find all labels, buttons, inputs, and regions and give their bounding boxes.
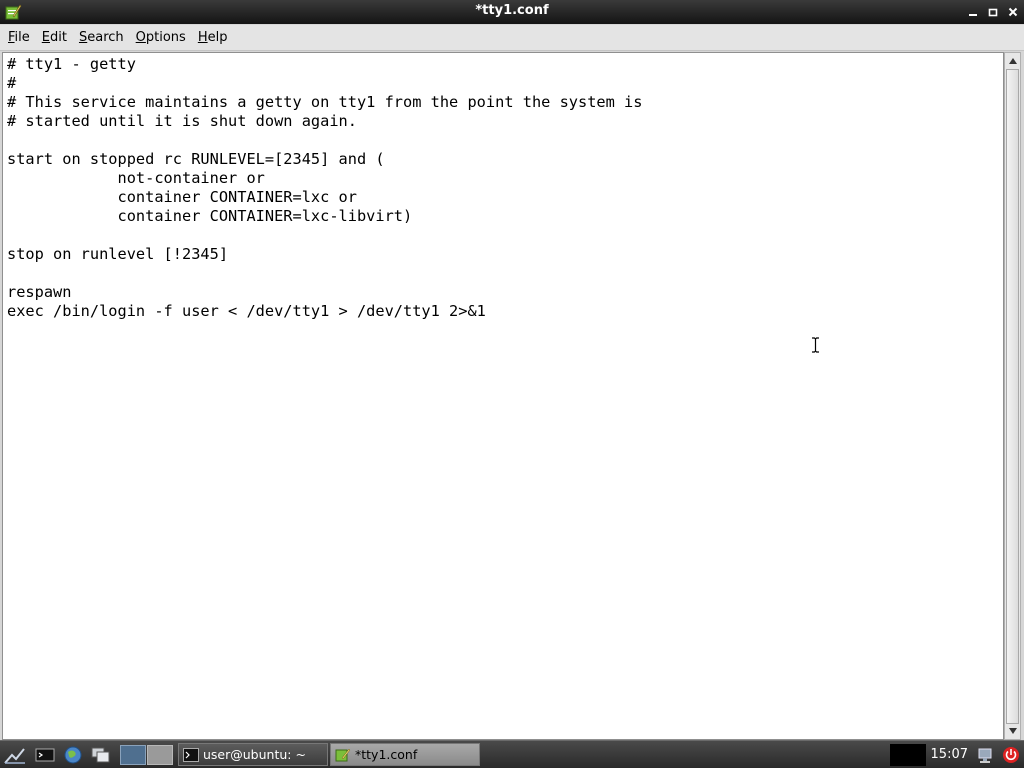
taskbar: user@ubuntu: ~ *tty1.conf 15:07 <box>0 740 1024 768</box>
menu-edit-mnemonic: E <box>41 30 50 45</box>
terminal-icon <box>183 747 199 762</box>
menu-options[interactable]: Options <box>132 27 190 48</box>
title-bar[interactable]: *tty1.conf <box>0 0 1024 24</box>
taskbar-task-label: user@ubuntu: ~ <box>203 747 306 762</box>
terminal-launcher[interactable] <box>34 745 56 765</box>
scrollbar-thumb[interactable] <box>1006 69 1019 724</box>
taskbar-task-terminal[interactable]: user@ubuntu: ~ <box>178 743 328 766</box>
taskbar-task-label: *tty1.conf <box>355 747 418 762</box>
minimize-icon <box>969 14 977 16</box>
text-editor-icon <box>335 748 351 761</box>
editor-content[interactable]: # tty1 - getty # # This service maintain… <box>3 53 1003 321</box>
globe-icon <box>64 746 82 764</box>
cpu-monitor[interactable] <box>890 744 926 766</box>
workspace-2[interactable] <box>147 745 173 765</box>
scroll-up-button[interactable] <box>1005 54 1020 68</box>
menu-edit[interactable]: Edit <box>38 27 71 48</box>
menu-file-label: ile <box>14 30 30 45</box>
arrow-up-icon <box>1008 58 1017 64</box>
close-icon <box>1008 7 1018 17</box>
menu-search-label: earch <box>87 30 124 45</box>
menu-help-mnemonic: H <box>197 30 208 45</box>
maximize-icon <box>988 8 998 17</box>
menu-help[interactable]: Help <box>194 27 232 48</box>
close-button[interactable] <box>1006 4 1020 20</box>
lubuntu-logo-icon <box>4 748 25 764</box>
menu-options-mnemonic: O <box>135 30 146 45</box>
browser-launcher[interactable] <box>62 745 84 765</box>
minimize-button[interactable] <box>966 4 980 20</box>
vertical-scrollbar[interactable] <box>1004 52 1021 740</box>
taskbar-task-editor[interactable]: *tty1.conf <box>330 743 480 766</box>
terminal-icon <box>35 748 55 762</box>
menu-edit-label: dit <box>50 30 67 45</box>
windows-icon <box>91 747 110 763</box>
scroll-down-button[interactable] <box>1005 724 1020 738</box>
arrow-down-icon <box>1008 728 1017 734</box>
menu-search-mnemonic: S <box>78 30 88 45</box>
menu-bar: File Edit Search Options Help <box>0 25 1024 51</box>
maximize-button[interactable] <box>986 4 1000 20</box>
clock[interactable]: 15:07 <box>931 747 968 762</box>
menu-file[interactable]: File <box>4 27 34 48</box>
text-cursor-icon <box>812 337 819 353</box>
start-menu-button[interactable] <box>4 745 26 765</box>
workspace-1[interactable] <box>120 745 146 765</box>
show-desktop-button[interactable] <box>90 745 112 765</box>
shutdown-button[interactable] <box>1000 745 1022 765</box>
text-editor-area[interactable]: # tty1 - getty # # This service maintain… <box>2 52 1004 740</box>
menu-help-label: elp <box>207 30 228 45</box>
menu-options-label: ptions <box>145 30 186 45</box>
power-icon <box>1003 747 1019 763</box>
network-tray-button[interactable] <box>974 745 996 765</box>
network-icon <box>978 748 992 763</box>
menu-search[interactable]: Search <box>75 27 128 48</box>
window-title: *tty1.conf <box>475 3 549 18</box>
